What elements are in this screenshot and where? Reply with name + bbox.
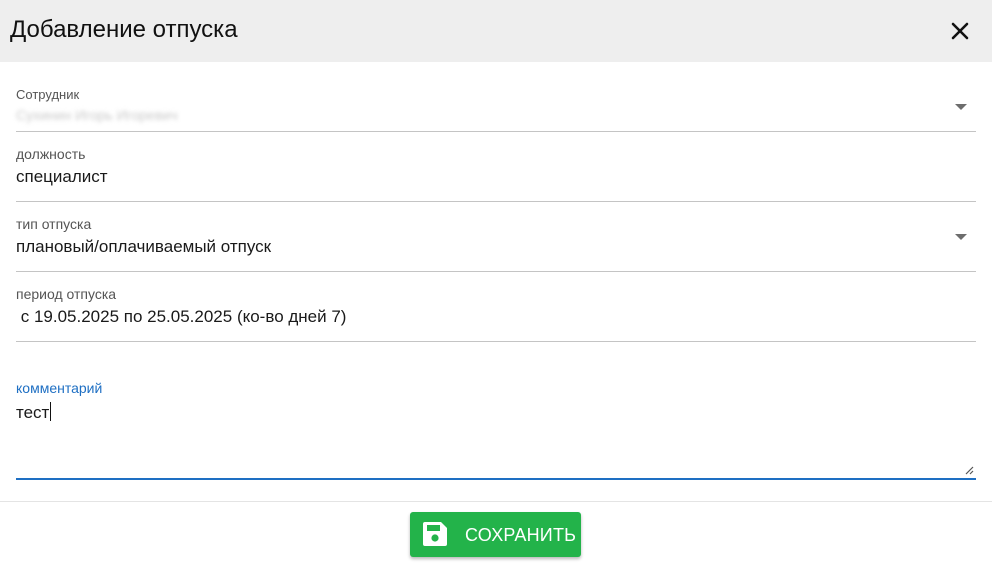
position-field[interactable]: должность специалист	[16, 141, 976, 202]
leave-type-value: плановый/оплачиваемый отпуск	[16, 237, 272, 256]
chevron-down-icon[interactable]	[955, 234, 967, 240]
position-value: специалист	[16, 167, 108, 186]
employee-label: Сотрудник	[16, 87, 80, 102]
add-vacation-dialog: Добавление отпуска Сотрудник Сухинин Иго…	[0, 0, 992, 564]
footer-divider	[0, 501, 992, 502]
chevron-down-icon[interactable]	[955, 104, 967, 110]
comment-value-wrap: тест	[16, 402, 52, 423]
leave-period-value: с 19.05.2025 по 25.05.2025 (ко-во дней 7…	[16, 307, 347, 326]
floppy-disk-icon	[423, 522, 447, 546]
dialog-title: Добавление отпуска	[10, 16, 238, 43]
leave-period-label: период отпуска	[16, 286, 117, 302]
position-label: должность	[16, 146, 86, 162]
comment-textarea[interactable]: комментарий тест	[16, 376, 976, 480]
resize-handle-icon[interactable]	[964, 465, 974, 475]
comment-label: комментарий	[16, 380, 103, 396]
close-icon	[951, 22, 969, 40]
close-button[interactable]	[946, 17, 974, 45]
employee-select[interactable]: Сотрудник Сухинин Игорь Игоревич	[16, 82, 976, 132]
leave-type-select[interactable]: тип отпуска плановый/оплачиваемый отпуск	[16, 211, 976, 272]
save-button[interactable]: СОХРАНИТЬ	[410, 512, 581, 557]
leave-type-label: тип отпуска	[16, 216, 92, 232]
text-cursor	[50, 402, 52, 421]
employee-value: Сухинин Игорь Игоревич	[16, 107, 178, 123]
leave-period-field[interactable]: период отпуска с 19.05.2025 по 25.05.202…	[16, 281, 976, 342]
save-button-label: СОХРАНИТЬ	[465, 525, 577, 545]
comment-value: тест	[16, 403, 50, 422]
dialog-header: Добавление отпуска	[0, 0, 992, 62]
